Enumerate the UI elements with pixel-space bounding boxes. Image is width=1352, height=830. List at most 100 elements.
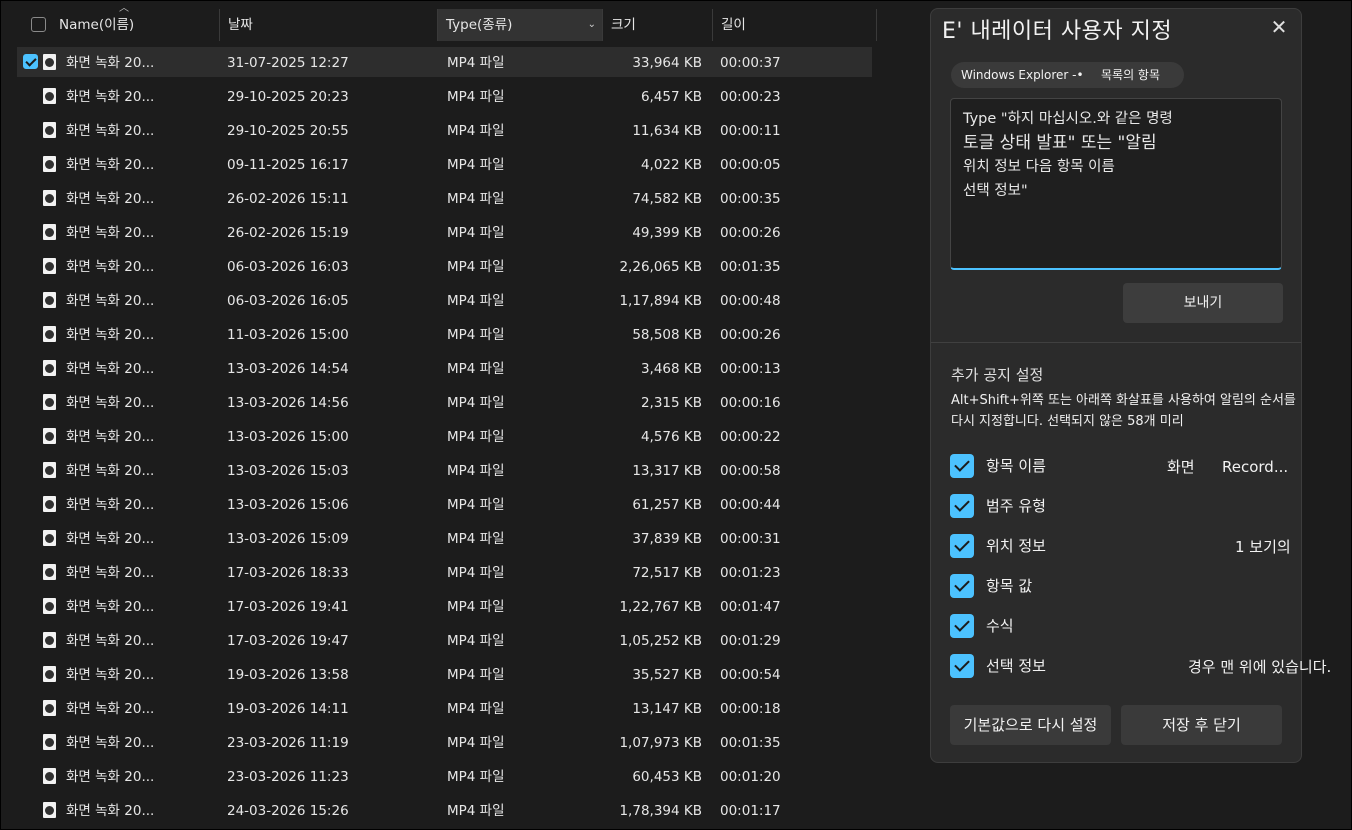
cell-name: 화면 녹화 20... xyxy=(66,123,155,139)
cell-name: 화면 녹화 20... xyxy=(66,327,155,343)
cell-date: 13-03-2026 14:56 xyxy=(227,395,349,411)
cell-size: 6,457 KB xyxy=(640,89,702,105)
scope-chip[interactable]: Windows Explorer -• 목록의 항목 xyxy=(951,62,1184,88)
table-row[interactable]: 화면 녹화 20... 24-03-2026 15:26 MP4 파일 1,78,39… xyxy=(17,795,872,825)
column-divider[interactable] xyxy=(219,9,220,41)
column-header-type-label: Type(종류) xyxy=(446,17,513,33)
table-row[interactable]: 화면 녹화 20... 06-03-2026 16:05 MP4 파일 1,17,89… xyxy=(17,285,872,315)
cell-size: 60,453 KB xyxy=(632,769,702,785)
table-row[interactable]: 화면 녹화 20... 06-03-2026 16:03 MP4 파일 2,26,06… xyxy=(17,251,872,281)
option-row[interactable]: 범주 유형 xyxy=(950,494,1290,520)
cell-type: MP4 파일 xyxy=(447,565,505,581)
table-row[interactable]: 화면 녹화 20... 13-03-2026 14:56 MP4 파일 2,315 K… xyxy=(17,387,872,417)
cell-size: 13,317 KB xyxy=(632,463,702,479)
cell-length: 00:00:58 xyxy=(720,463,781,479)
option-checkbox[interactable] xyxy=(950,654,974,678)
cell-length: 00:01:29 xyxy=(720,633,781,649)
table-row[interactable]: 화면 녹화 20... 13-03-2026 15:06 MP4 파일 61,257 … xyxy=(17,489,872,519)
table-row[interactable]: 화면 녹화 20... 13-03-2026 14:54 MP4 파일 3,468 K… xyxy=(17,353,872,383)
option-label: 범주 유형 xyxy=(986,497,1046,515)
cell-name: 화면 녹화 20... xyxy=(66,701,155,717)
table-row[interactable]: 화면 녹화 20... 17-03-2026 19:41 MP4 파일 1,22,76… xyxy=(17,591,872,621)
cell-date: 26-02-2026 15:19 xyxy=(227,225,349,241)
option-checkbox[interactable] xyxy=(950,614,974,638)
cell-size: 13,147 KB xyxy=(632,701,702,717)
cell-size: 4,022 KB xyxy=(640,157,702,173)
table-row[interactable]: 화면 녹화 20... 13-03-2026 15:09 MP4 파일 37,839 … xyxy=(17,523,872,553)
reset-defaults-button[interactable]: 기본값으로 다시 설정 xyxy=(950,705,1111,745)
cell-date: 23-03-2026 11:19 xyxy=(227,735,349,751)
table-row[interactable]: 화면 녹화 20... 17-03-2026 18:33 MP4 파일 72,517 … xyxy=(17,557,872,587)
table-row[interactable]: 화면 녹화 20... 31-07-2025 12:27 MP4 파일 33,964 … xyxy=(17,47,872,77)
option-row[interactable]: 수식 xyxy=(950,614,1290,640)
table-row[interactable]: 화면 녹화 20... 13-03-2026 15:00 MP4 파일 4,576 K… xyxy=(17,421,872,451)
cell-name: 화면 녹화 20... xyxy=(66,531,155,547)
column-header-size[interactable]: 크기 xyxy=(611,9,636,41)
window: Name(이름) ︿ 날짜 Type(종류) ⌄ 크기 길이 화면 녹화 20.… xyxy=(0,0,1352,830)
cell-date: 13-03-2026 15:06 xyxy=(227,497,349,513)
cell-name: 화면 녹화 20... xyxy=(66,735,155,751)
row-checkbox[interactable] xyxy=(23,54,38,69)
option-row[interactable]: 항목 이름 화면 Record... xyxy=(950,454,1290,480)
video-file-icon xyxy=(43,122,56,138)
select-all-checkbox[interactable] xyxy=(31,17,46,32)
column-divider[interactable] xyxy=(876,9,877,41)
cell-name: 화면 녹화 20... xyxy=(66,769,155,785)
table-row[interactable]: 화면 녹화 20... 29-10-2025 20:23 MP4 파일 6,457 K… xyxy=(17,81,872,111)
table-row[interactable]: 화면 녹화 20... 19-03-2026 14:11 MP4 파일 13,147 … xyxy=(17,693,872,723)
table-row[interactable]: 화면 녹화 20... 13-03-2026 15:03 MP4 파일 13,317 … xyxy=(17,455,872,485)
cell-name: 화면 녹화 20... xyxy=(66,225,155,241)
video-file-icon xyxy=(43,326,56,342)
cell-length: 00:01:47 xyxy=(720,599,781,615)
chevron-down-icon[interactable]: ⌄ xyxy=(588,9,596,41)
cell-name: 화면 녹화 20... xyxy=(66,429,155,445)
table-row[interactable]: 화면 녹화 20... 09-11-2025 16:17 MP4 파일 4,022 K… xyxy=(17,149,872,179)
option-row[interactable]: 위치 정보 1 보기의 xyxy=(950,534,1291,560)
file-list: Name(이름) ︿ 날짜 Type(종류) ⌄ 크기 길이 화면 녹화 20.… xyxy=(1,1,881,829)
option-extra: 경우 맨 위에 있습니다. xyxy=(1188,658,1332,676)
column-header-date[interactable]: 날짜 xyxy=(228,9,253,41)
table-row[interactable]: 화면 녹화 20... 23-03-2026 11:19 MP4 파일 1,07,97… xyxy=(17,727,872,757)
option-checkbox[interactable] xyxy=(950,534,974,558)
column-divider[interactable] xyxy=(712,9,713,41)
narrator-customize-dialog: E' 내레이터 사용자 지정 ✕ Windows Explorer -• 목록의… xyxy=(930,8,1331,763)
send-button[interactable]: 보내기 xyxy=(1123,283,1283,323)
cell-name: 화면 녹화 20... xyxy=(66,191,155,207)
option-checkbox[interactable] xyxy=(950,494,974,518)
cell-type: MP4 파일 xyxy=(447,55,505,71)
option-checkbox[interactable] xyxy=(950,454,974,478)
column-header-length[interactable]: 길이 xyxy=(721,9,746,41)
table-row[interactable]: 화면 녹화 20... 26-02-2026 15:19 MP4 파일 49,399 … xyxy=(17,217,872,247)
table-row[interactable]: 화면 녹화 20... 29-10-2025 20:55 MP4 파일 11,634 … xyxy=(17,115,872,145)
column-divider[interactable] xyxy=(602,9,603,41)
table-row[interactable]: 화면 녹화 20... 17-03-2026 19:47 MP4 파일 1,05,25… xyxy=(17,625,872,655)
video-file-icon xyxy=(43,54,56,70)
option-row[interactable]: 항목 값 xyxy=(950,574,1290,600)
cell-size: 1,22,767 KB xyxy=(619,599,702,615)
table-row[interactable]: 화면 녹화 20... 19-03-2026 13:58 MP4 파일 35,527 … xyxy=(17,659,872,689)
cell-size: 1,17,894 KB xyxy=(619,293,702,309)
cell-length: 00:00:54 xyxy=(720,667,781,683)
close-icon[interactable]: ✕ xyxy=(1265,13,1293,41)
table-row[interactable]: 화면 녹화 20... 11-03-2026 15:00 MP4 파일 58,508 … xyxy=(17,319,872,349)
option-checkbox[interactable] xyxy=(950,574,974,598)
command-text-area[interactable]: Type "하지 마십시오.와 같은 명령 토글 상태 발표" 또는 "알림 위… xyxy=(950,98,1282,270)
text-line: Type "하지 마십시오.와 같은 명령 xyxy=(963,111,1173,127)
cell-type: MP4 파일 xyxy=(447,327,505,343)
cell-length: 00:01:35 xyxy=(720,259,781,275)
option-extra: 1 보기의 xyxy=(1235,538,1291,556)
cell-name: 화면 녹화 20... xyxy=(66,667,155,683)
video-file-icon xyxy=(43,224,56,240)
cell-date: 11-03-2026 15:00 xyxy=(227,327,349,343)
option-row[interactable]: 선택 정보 경우 맨 위에 있습니다. xyxy=(950,654,1331,680)
column-header-type[interactable]: Type(종류) ⌄ xyxy=(438,9,602,41)
cell-length: 00:00:44 xyxy=(720,497,781,513)
table-row[interactable]: 화면 녹화 20... 23-03-2026 11:23 MP4 파일 60,453 … xyxy=(17,761,872,791)
cell-date: 13-03-2026 15:00 xyxy=(227,429,349,445)
cell-type: MP4 파일 xyxy=(447,123,505,139)
cell-length: 00:00:13 xyxy=(720,361,781,377)
cell-name: 화면 녹화 20... xyxy=(66,395,155,411)
cell-type: MP4 파일 xyxy=(447,769,505,785)
table-row[interactable]: 화면 녹화 20... 26-02-2026 15:11 MP4 파일 74,582 … xyxy=(17,183,872,213)
save-and-close-button[interactable]: 저장 후 닫기 xyxy=(1121,705,1282,745)
